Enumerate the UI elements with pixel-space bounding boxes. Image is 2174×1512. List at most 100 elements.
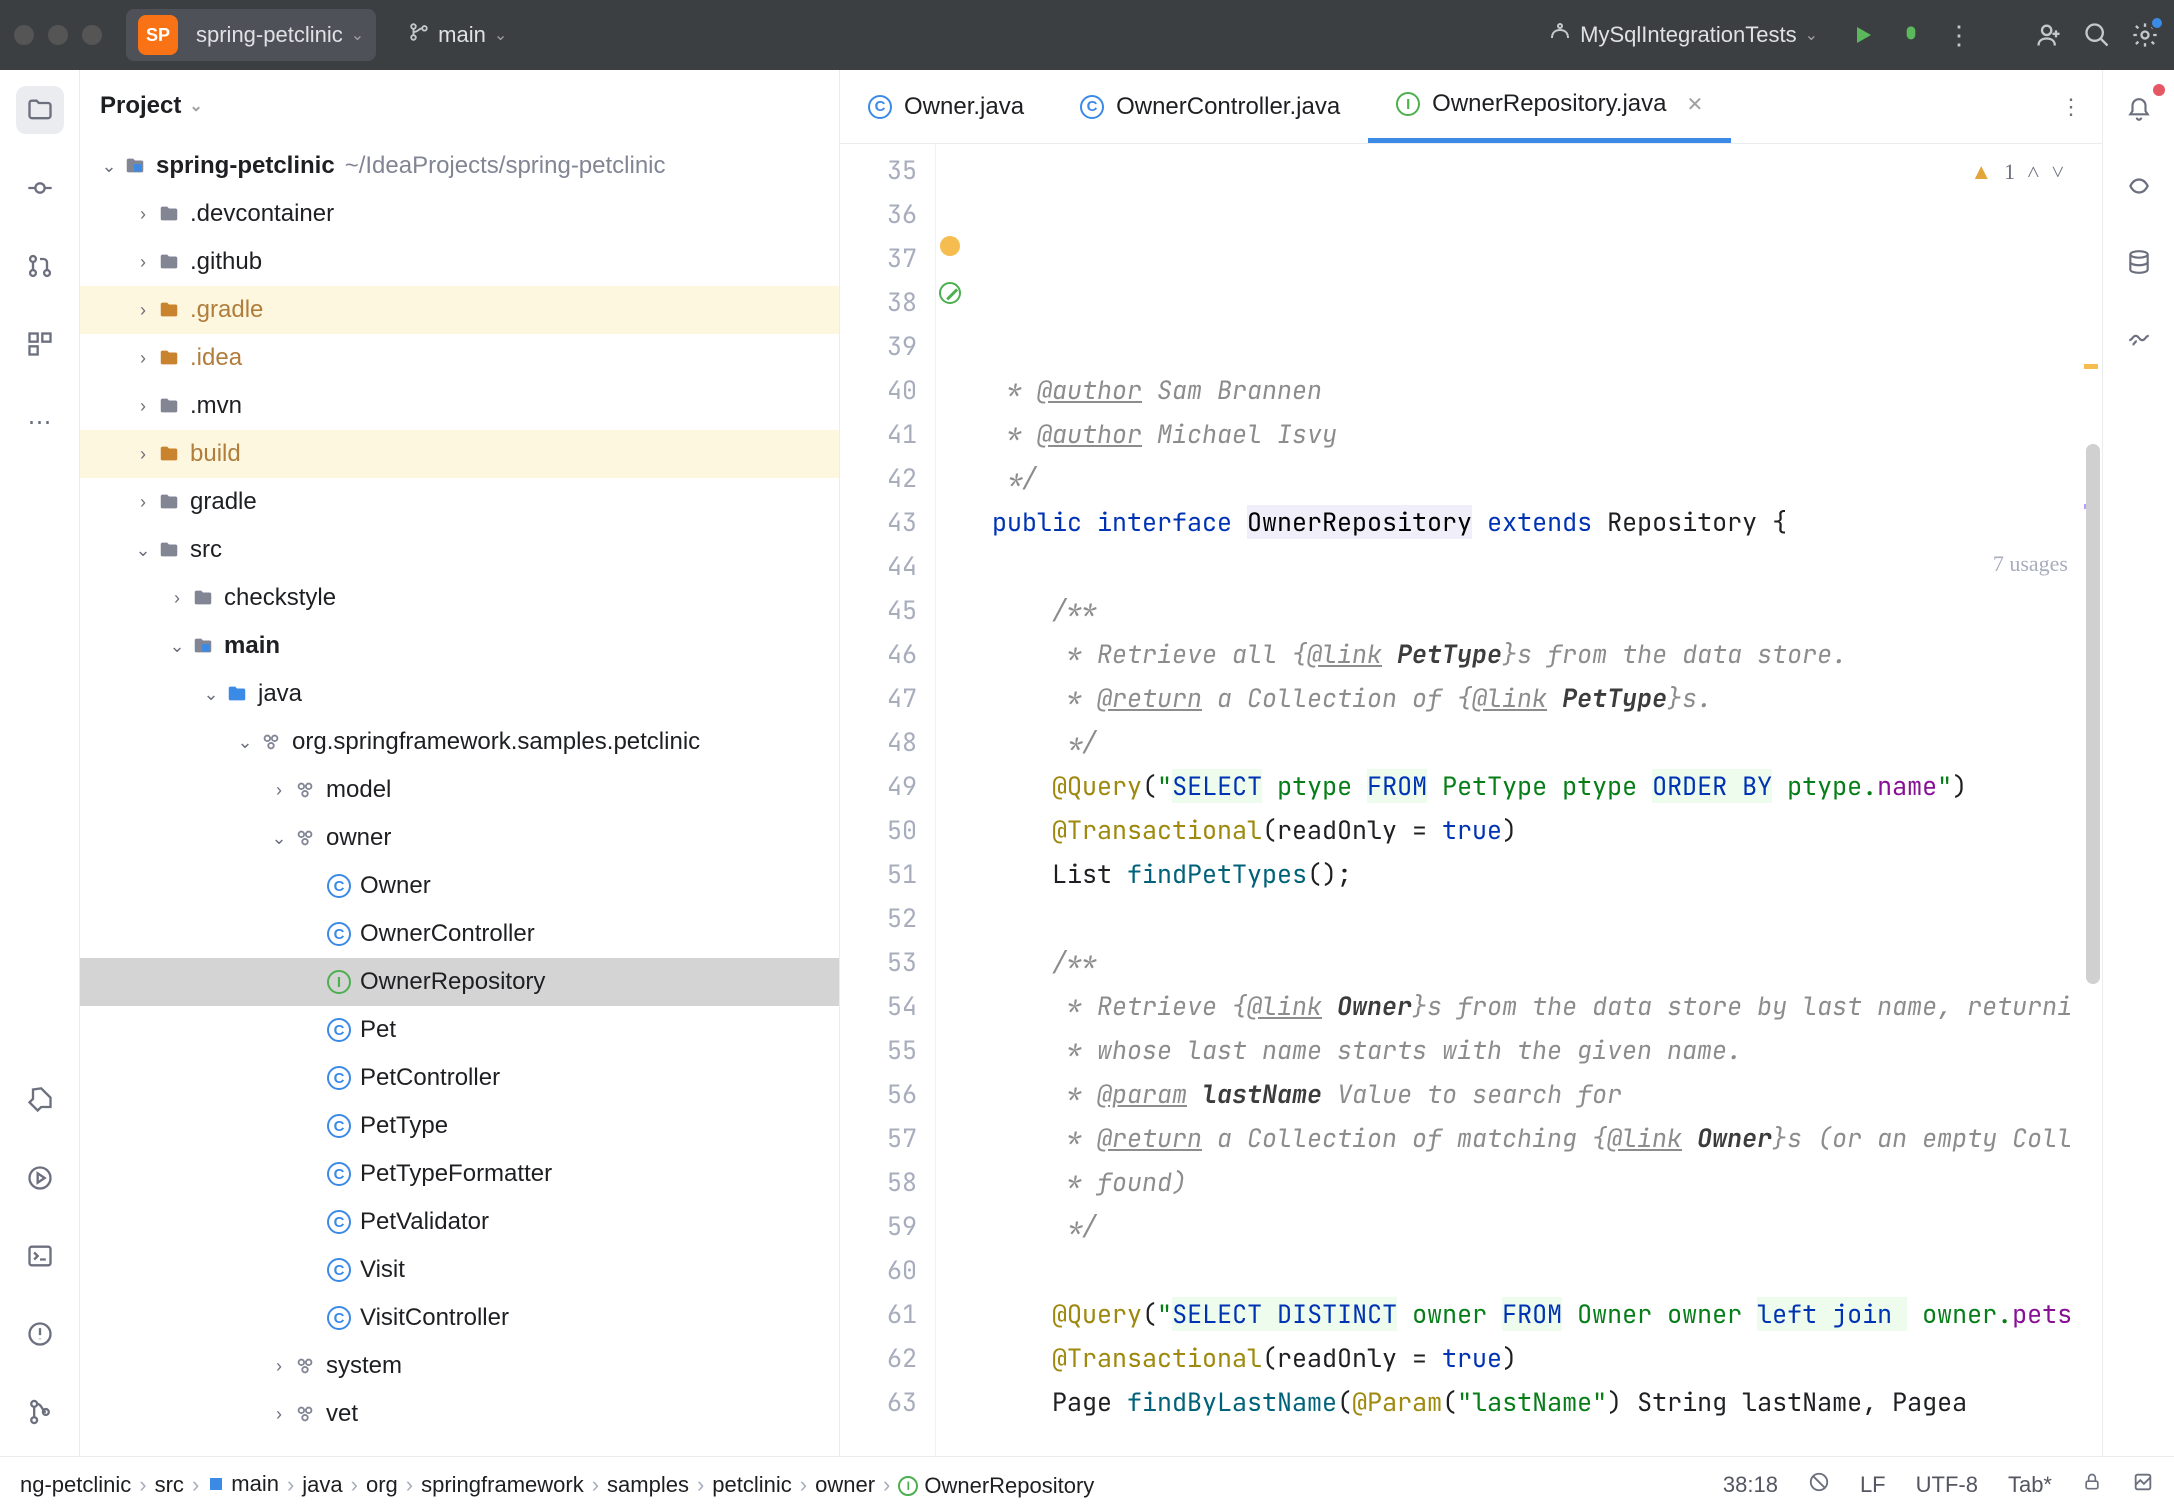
ai-assistant-button[interactable]	[2115, 162, 2163, 210]
breadcrumb-item[interactable]: IOwnerRepository	[898, 1470, 1094, 1499]
run-config-selector[interactable]: MySqlIntegrationTests ⌄	[1536, 14, 1830, 56]
file-encoding[interactable]: UTF-8	[1916, 1472, 1978, 1498]
editor-tabs-more[interactable]: ⋮	[2040, 70, 2102, 143]
breadcrumb-item[interactable]: src	[155, 1472, 184, 1498]
tree-arrow[interactable]: ›	[270, 1356, 288, 1377]
readonly-lock-icon[interactable]	[2082, 1472, 2102, 1498]
navigation-bar[interactable]: ng-petclinic›src›main›java›org›springfra…	[20, 1470, 1094, 1499]
database-toolwindow-button[interactable]	[2115, 238, 2163, 286]
breadcrumb-item[interactable]: owner	[815, 1472, 875, 1498]
tree-arrow[interactable]: ⌄	[134, 540, 152, 561]
tree-node[interactable]: ›gradle	[80, 478, 839, 526]
tree-node[interactable]: CVisit	[80, 1246, 839, 1294]
tree-node[interactable]: ›.mvn	[80, 382, 839, 430]
editor-gutter[interactable]: 3536373839404142434445464748495051525354…	[840, 144, 936, 1456]
notifications-button[interactable]	[2115, 86, 2163, 134]
more-actions-button[interactable]: ⋮	[1944, 20, 1974, 50]
project-selector[interactable]: SP spring-petclinic ⌄	[126, 9, 376, 61]
editor-content[interactable]: ▲ 1 ˄ ˅ 7 usages * @author Sam Brannen *…	[982, 144, 2082, 1456]
tree-arrow[interactable]: ⌄	[202, 684, 220, 705]
search-everywhere-button[interactable]	[2082, 20, 2112, 50]
tree-arrow[interactable]: ›	[134, 444, 152, 465]
tree-arrow[interactable]: ›	[168, 588, 186, 609]
memory-indicator[interactable]	[2132, 1471, 2154, 1499]
run-button[interactable]	[1848, 20, 1878, 50]
debug-button[interactable]	[1896, 20, 1926, 50]
breadcrumb-item[interactable]: ng-petclinic	[20, 1472, 131, 1498]
tree-node[interactable]: ⌄java	[80, 670, 839, 718]
tree-arrow[interactable]: ›	[270, 780, 288, 801]
editor-tab[interactable]: COwner.java	[840, 70, 1052, 143]
code-editor[interactable]: 3536373839404142434445464748495051525354…	[840, 144, 2102, 1456]
editor-tab[interactable]: IOwnerRepository.java✕	[1368, 70, 1731, 143]
commit-toolwindow-button[interactable]	[16, 164, 64, 212]
tree-node[interactable]: IOwnerRepository	[80, 958, 839, 1006]
tree-node[interactable]: ⌄spring-petclinic~/IdeaProjects/spring-p…	[80, 142, 839, 190]
tree-arrow[interactable]: ›	[134, 252, 152, 273]
prev-highlight-icon[interactable]: ˄	[2027, 150, 2039, 194]
next-highlight-icon[interactable]: ˅	[2052, 150, 2064, 194]
tree-arrow[interactable]: ›	[134, 204, 152, 225]
tree-arrow[interactable]: ⌄	[270, 828, 288, 849]
tree-node[interactable]: ›.github	[80, 238, 839, 286]
editor-error-stripe[interactable]	[2082, 144, 2102, 1456]
intention-bulb-icon[interactable]	[940, 236, 960, 256]
project-tree[interactable]: ⌄spring-petclinic~/IdeaProjects/spring-p…	[80, 142, 839, 1456]
inspection-widget[interactable]: ▲ 1 ˄ ˅	[1970, 150, 2064, 194]
tree-node[interactable]: ›system	[80, 1342, 839, 1390]
project-toolwindow-button[interactable]	[16, 86, 64, 134]
close-window[interactable]	[14, 25, 34, 45]
indent-settings[interactable]: Tab*	[2008, 1472, 2052, 1498]
tree-node[interactable]: ›model	[80, 766, 839, 814]
tree-node[interactable]: CPetTypeFormatter	[80, 1150, 839, 1198]
breadcrumb-item[interactable]: samples	[607, 1472, 689, 1498]
tree-node[interactable]: ›.devcontainer	[80, 190, 839, 238]
project-toolwindow-header[interactable]: Project ⌄	[80, 70, 839, 142]
tree-node[interactable]: CPet	[80, 1006, 839, 1054]
breadcrumb-item[interactable]: springframework	[421, 1472, 584, 1498]
tree-arrow[interactable]: ⌄	[100, 156, 118, 177]
tree-node[interactable]: COwnerController	[80, 910, 839, 958]
tree-arrow[interactable]: ›	[134, 348, 152, 369]
editor-tab[interactable]: COwnerController.java	[1052, 70, 1368, 143]
tree-node[interactable]: ⌄owner	[80, 814, 839, 862]
problems-toolwindow-button[interactable]	[16, 1310, 64, 1358]
tree-node[interactable]: CPetType	[80, 1102, 839, 1150]
tree-node[interactable]: CPetValidator	[80, 1198, 839, 1246]
code-with-me-button[interactable]	[2034, 20, 2064, 50]
vcs-branch-selector[interactable]: main ⌄	[396, 15, 519, 55]
tree-arrow[interactable]: ⌄	[168, 636, 186, 657]
tree-node[interactable]: COwner	[80, 862, 839, 910]
tree-arrow[interactable]: ›	[134, 300, 152, 321]
structure-toolwindow-button[interactable]	[16, 320, 64, 368]
tree-node[interactable]: ›checkstyle	[80, 574, 839, 622]
tree-node[interactable]: ›.gradle	[80, 286, 839, 334]
zoom-window[interactable]	[82, 25, 102, 45]
more-toolwindows-button[interactable]: ⋯	[16, 398, 64, 446]
build-toolwindow-button[interactable]	[16, 1076, 64, 1124]
tree-node[interactable]: ›vet	[80, 1390, 839, 1438]
tree-arrow[interactable]: ›	[134, 492, 152, 513]
run-toolwindow-button[interactable]	[16, 1154, 64, 1202]
close-tab-icon[interactable]: ✕	[1687, 92, 1704, 117]
window-controls[interactable]	[14, 25, 102, 45]
terminal-toolwindow-button[interactable]	[16, 1232, 64, 1280]
tree-node[interactable]: ⌄src	[80, 526, 839, 574]
pull-requests-button[interactable]	[16, 242, 64, 290]
vcs-toolwindow-button[interactable]	[16, 1388, 64, 1436]
breadcrumb-item[interactable]: java	[302, 1472, 342, 1498]
tree-node[interactable]: ›.idea	[80, 334, 839, 382]
tree-node[interactable]: CVisitController	[80, 1294, 839, 1342]
settings-button[interactable]	[2130, 20, 2160, 50]
tree-arrow[interactable]: ⌄	[236, 732, 254, 753]
tree-node[interactable]: ⌄main	[80, 622, 839, 670]
tree-arrow[interactable]: ›	[270, 1404, 288, 1425]
breadcrumb-item[interactable]: petclinic	[712, 1472, 791, 1498]
minimize-window[interactable]	[48, 25, 68, 45]
inline-usages-hint[interactable]: 7 usages	[1993, 542, 2068, 586]
tree-node[interactable]: ⌄org.springframework.samples.petclinic	[80, 718, 839, 766]
maven-gradle-button[interactable]	[2115, 314, 2163, 362]
tree-node[interactable]: CPetController	[80, 1054, 839, 1102]
line-separator[interactable]: LF	[1860, 1472, 1886, 1498]
readonly-toggle[interactable]	[1808, 1471, 1830, 1499]
